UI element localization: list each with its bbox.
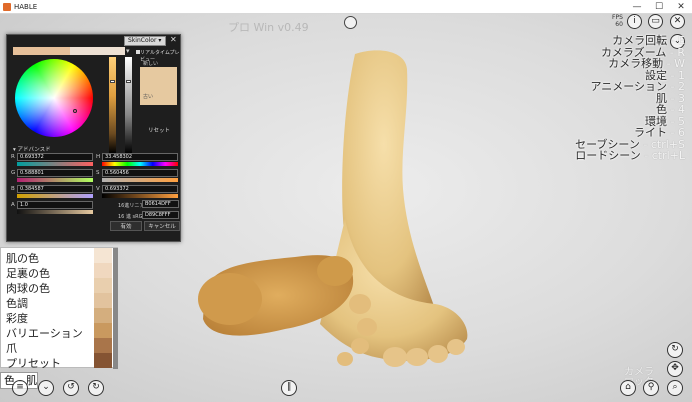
reset-button[interactable]: リセット	[142, 127, 176, 136]
v-label: V	[96, 186, 100, 192]
r-input[interactable]: 0.693372	[17, 153, 93, 161]
fps-value: 60	[615, 21, 623, 28]
r-gradient-slider[interactable]	[17, 162, 93, 166]
alpha-slider[interactable]	[125, 57, 132, 153]
skin-swatch[interactable]	[94, 263, 112, 278]
close-icon[interactable]: ✕	[670, 14, 685, 29]
chevron-down-icon: ▾	[158, 37, 162, 44]
list-item-nail[interactable]: 爪	[6, 340, 17, 356]
preset-label: SkinColor	[128, 37, 157, 44]
snapshot-icon[interactable]	[344, 16, 357, 29]
a-gradient-slider[interactable]	[17, 210, 93, 214]
g-label: G	[11, 170, 16, 176]
a-label: A	[11, 202, 15, 208]
hex-linear-input[interactable]: B0614DFF	[142, 200, 179, 208]
g-input[interactable]: 0.588801	[17, 169, 93, 177]
g-gradient-slider[interactable]	[17, 178, 93, 182]
old-color-label: 古い	[143, 94, 154, 100]
title-bar: HABLE — ☐ ✕	[0, 0, 692, 14]
skin-swatch[interactable]	[94, 293, 112, 308]
r-label: R	[11, 154, 15, 160]
bulb-icon[interactable]: ⚲	[643, 380, 659, 396]
chevron-down-icon[interactable]: ⌄	[38, 380, 54, 396]
hex-srgb-input[interactable]: D89C8FFF	[142, 211, 179, 219]
s-label: S	[96, 170, 100, 176]
skin-swatch[interactable]	[94, 323, 112, 338]
maximize-button[interactable]: ☐	[648, 0, 670, 14]
list-item-sole-color[interactable]: 足裏の色	[6, 265, 50, 281]
list-item-variation[interactable]: バリエーション	[6, 325, 83, 341]
hex-linear-label: 16進リニア	[118, 203, 145, 209]
swatch-dropdown-icon[interactable]: ▾	[126, 47, 130, 55]
s-input[interactable]: 0.560456	[102, 169, 178, 177]
a-input[interactable]: 1.0	[17, 201, 93, 209]
new-color-preview	[140, 67, 177, 91]
alpha-slider-handle[interactable]	[126, 80, 131, 83]
app-title: HABLE	[14, 3, 38, 11]
redo-icon[interactable]: ↻	[88, 380, 104, 396]
skin-swatch[interactable]	[94, 278, 112, 293]
foot-model	[198, 50, 468, 367]
lock-icon[interactable]: ⌂	[620, 380, 636, 396]
color-wheel-saturation	[15, 59, 93, 137]
version-watermark: プロ Win v0.49	[228, 21, 309, 34]
b-input[interactable]: 0.384587	[17, 185, 93, 193]
list-item-pad-color[interactable]: 肉球の色	[6, 280, 50, 296]
reload-icon[interactable]: ↻	[667, 342, 683, 358]
menu-icon[interactable]: ≡	[12, 380, 28, 396]
zoom-icon[interactable]: ⌕	[667, 380, 683, 396]
h-gradient-slider[interactable]	[102, 162, 178, 166]
current-color-swatch	[13, 47, 70, 55]
minimize-button[interactable]: —	[626, 0, 648, 14]
list-item-tone[interactable]: 色調	[6, 295, 28, 311]
new-color-label: 新しい	[143, 61, 159, 67]
skin-swatch-column	[94, 248, 112, 369]
h-label: H	[96, 154, 101, 160]
s-gradient-slider[interactable]	[102, 178, 178, 182]
preset-dropdown[interactable]: SkinColor ▾	[124, 36, 166, 46]
b-label: B	[11, 186, 15, 192]
advanced-toggle[interactable]: ▾ アドバンスド	[13, 145, 51, 153]
color-wheel-cursor[interactable]	[73, 109, 77, 113]
close-window-button[interactable]: ✕	[670, 0, 692, 14]
skin-swatch[interactable]	[94, 308, 112, 323]
apply-button[interactable]: 有効	[110, 221, 142, 231]
v-gradient-slider[interactable]	[102, 194, 178, 198]
list-item-preset[interactable]: プリセット	[6, 355, 61, 371]
info-icon[interactable]: i	[627, 14, 642, 29]
3d-viewport[interactable]: プロ Win v0.49 FPS 60 i ▭ ✕ ⌄ カメラ回転 - E カメ…	[0, 14, 692, 402]
shortcut-menu: カメラ回転 - E カメラズーム - R カメラ移動 - W 設定 - 1 アニ…	[575, 35, 685, 162]
v-input[interactable]: 0.693372	[102, 185, 178, 193]
app-icon	[3, 3, 11, 11]
fps-label: FPS	[612, 14, 623, 21]
skin-swatch[interactable]	[94, 338, 112, 353]
value-slider-handle[interactable]	[110, 80, 115, 83]
list-scrollbar[interactable]	[113, 248, 118, 369]
window-icon[interactable]: ▭	[648, 14, 663, 29]
previous-color-swatch	[70, 47, 125, 55]
fps-counter: FPS 60	[612, 14, 623, 28]
b-gradient-slider[interactable]	[17, 194, 93, 198]
list-item-saturation[interactable]: 彩度	[6, 310, 28, 326]
color-picker-dialog: SkinColor ▾ ✕ ▾ リアルタイムプレビュー 新しい 古い リセット …	[6, 34, 181, 242]
value-slider[interactable]	[109, 57, 116, 153]
h-input[interactable]: 33.458302	[102, 153, 178, 161]
move-icon[interactable]: ✥	[667, 361, 683, 377]
undo-icon[interactable]: ↺	[63, 380, 79, 396]
cancel-button[interactable]: キャンセル	[144, 221, 180, 231]
skin-swatch[interactable]	[94, 248, 112, 263]
pause-icon[interactable]: ∥	[281, 380, 297, 396]
menu-item-load-scene[interactable]: ロードシーン - ctrl+L	[575, 150, 685, 162]
skin-swatch[interactable]	[94, 353, 112, 368]
dialog-close-button[interactable]: ✕	[170, 35, 177, 44]
list-item-skin-color[interactable]: 肌の色	[6, 250, 39, 266]
skin-settings-list: 肌の色 足裏の色 肉球の色 色調 彩度 バリエーション 爪 プリセット	[0, 247, 118, 371]
